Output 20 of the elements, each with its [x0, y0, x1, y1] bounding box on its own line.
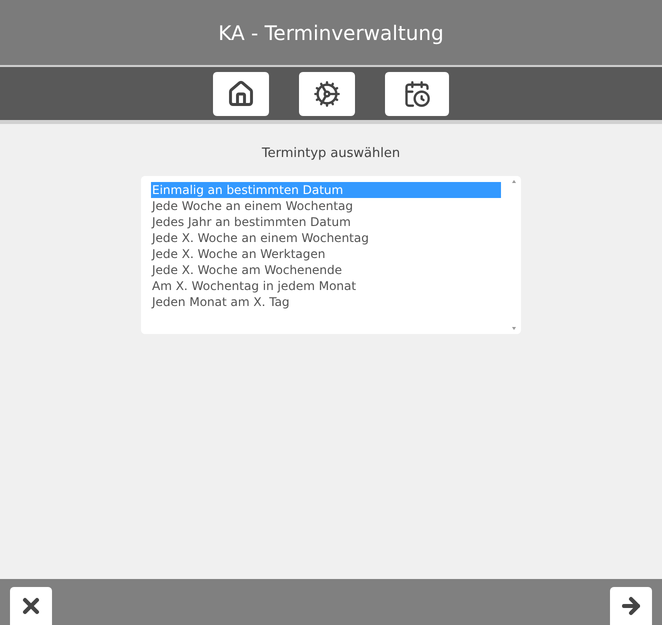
list-option[interactable]: Jede X. Woche am Wochenende: [151, 262, 501, 278]
settings-icon: [313, 80, 341, 108]
cancel-button[interactable]: [10, 587, 52, 625]
home-icon: [227, 80, 255, 108]
heading: Termintyp auswählen: [262, 145, 400, 163]
list-option[interactable]: Jeden Monat am X. Tag: [151, 294, 501, 310]
list-box[interactable]: [141, 176, 521, 334]
arrow-right-icon: [619, 594, 643, 618]
scroll-bar[interactable]: [511, 180, 517, 330]
home-button[interactable]: [213, 72, 269, 116]
calendar-button[interactable]: [385, 72, 449, 116]
window-title: KA - Terminverwaltung: [218, 20, 444, 46]
list-option[interactable]: Jedes Jahr an bestimmten Datum: [151, 214, 501, 230]
list-option[interactable]: Jede X. Woche an Werktagen: [151, 246, 501, 262]
list-option[interactable]: Am X. Wochentag in jedem Monat: [151, 278, 501, 294]
list-option[interactable]: Jede X. Woche an einem Wochentag: [151, 230, 501, 246]
calendar-clock-icon: [403, 80, 431, 108]
next-button[interactable]: [610, 587, 652, 625]
settings-button[interactable]: [299, 72, 355, 116]
list-option[interactable]: Jede Woche an einem Wochentag: [151, 198, 501, 214]
